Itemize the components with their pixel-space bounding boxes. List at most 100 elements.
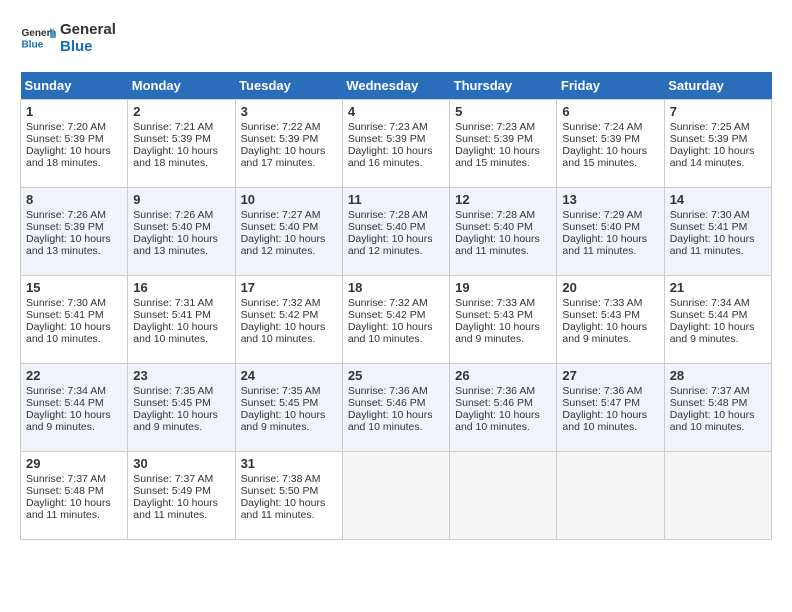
calendar-cell: 9 Sunrise: 7:26 AMSunset: 5:40 PMDaylight… [128, 188, 235, 276]
week-row-5: 22 Sunrise: 7:34 AMSunset: 5:44 PMDayligh… [21, 364, 772, 452]
calendar-cell [664, 452, 771, 540]
day-number: 28 [670, 368, 766, 383]
day-number: 8 [26, 192, 122, 207]
calendar-cell: 28 Sunrise: 7:37 AMSunset: 5:48 PMDayligh… [664, 364, 771, 452]
calendar-cell: 10 Sunrise: 7:27 AMSunset: 5:40 PMDayligh… [235, 188, 342, 276]
calendar-cell: 11Sunrise: 7:28 AMSunset: 5:40 PMDayligh… [342, 188, 449, 276]
calendar-cell: 3Sunrise: 7:22 AMSunset: 5:39 PMDaylight… [235, 100, 342, 188]
calendar-cell [342, 452, 449, 540]
day-info: Sunrise: 7:27 AMSunset: 5:40 PMDaylight:… [241, 209, 337, 257]
weekday-header-monday: Monday [128, 72, 235, 100]
day-info: Sunrise: 7:33 AMSunset: 5:43 PMDaylight:… [455, 297, 551, 345]
calendar-cell: 7 Sunrise: 7:25 AMSunset: 5:39 PMDaylight… [664, 100, 771, 188]
day-info: Sunrise: 7:20 AMSunset: 5:39 PMDaylight:… [26, 121, 122, 169]
week-row-3: 8 Sunrise: 7:26 AMSunset: 5:39 PMDaylight… [21, 188, 772, 276]
week-row-4: 15 Sunrise: 7:30 AMSunset: 5:41 PMDayligh… [21, 276, 772, 364]
day-number: 26 [455, 368, 551, 383]
weekday-header-sunday: Sunday [21, 72, 128, 100]
day-number: 15 [26, 280, 122, 295]
week-row-2: 1 Sunrise: 7:20 AMSunset: 5:39 PMDaylight… [21, 100, 772, 188]
day-number: 6 [562, 104, 658, 119]
day-number: 13 [562, 192, 658, 207]
day-info: Sunrise: 7:34 AMSunset: 5:44 PMDaylight:… [26, 385, 122, 433]
logo-blue: Blue [60, 38, 116, 55]
day-info: Sunrise: 7:37 AMSunset: 5:48 PMDaylight:… [670, 385, 766, 433]
calendar-cell [557, 452, 664, 540]
svg-text:Blue: Blue [21, 39, 43, 50]
calendar-cell: 27Sunrise: 7:36 AMSunset: 5:47 PMDayligh… [557, 364, 664, 452]
calendar-cell: 18Sunrise: 7:32 AMSunset: 5:42 PMDayligh… [342, 276, 449, 364]
day-number: 17 [241, 280, 337, 295]
day-info: Sunrise: 7:36 AMSunset: 5:46 PMDaylight:… [348, 385, 444, 433]
day-info: Sunrise: 7:36 AMSunset: 5:46 PMDaylight:… [455, 385, 551, 433]
calendar-cell: 25 Sunrise: 7:36 AMSunset: 5:46 PMDayligh… [342, 364, 449, 452]
calendar-cell: 30 Sunrise: 7:37 AMSunset: 5:49 PMDayligh… [128, 452, 235, 540]
calendar-cell: 16Sunrise: 7:31 AMSunset: 5:41 PMDayligh… [128, 276, 235, 364]
day-number: 22 [26, 368, 122, 383]
calendar-cell: 23 Sunrise: 7:35 AMSunset: 5:45 PMDayligh… [128, 364, 235, 452]
week-row-6: 29 Sunrise: 7:37 AMSunset: 5:48 PMDayligh… [21, 452, 772, 540]
calendar-cell: 15 Sunrise: 7:30 AMSunset: 5:41 PMDayligh… [21, 276, 128, 364]
calendar-cell [450, 452, 557, 540]
day-info: Sunrise: 7:37 AMSunset: 5:48 PMDaylight:… [26, 473, 122, 521]
day-info: Sunrise: 7:30 AMSunset: 5:41 PMDaylight:… [26, 297, 122, 345]
weekday-header-thursday: Thursday [450, 72, 557, 100]
day-info: Sunrise: 7:21 AMSunset: 5:39 PMDaylight:… [133, 121, 229, 169]
day-info: Sunrise: 7:29 AMSunset: 5:40 PMDaylight:… [562, 209, 658, 257]
day-number: 29 [26, 456, 122, 471]
weekday-header-row: SundayMondayTuesdayWednesdayThursdayFrid… [21, 72, 772, 100]
logo-general: General [60, 21, 116, 38]
day-info: Sunrise: 7:25 AMSunset: 5:39 PMDaylight:… [670, 121, 766, 169]
day-info: Sunrise: 7:34 AMSunset: 5:44 PMDaylight:… [670, 297, 766, 345]
day-info: Sunrise: 7:33 AMSunset: 5:43 PMDaylight:… [562, 297, 658, 345]
calendar-cell: 19 Sunrise: 7:33 AMSunset: 5:43 PMDayligh… [450, 276, 557, 364]
page-header: General Blue General Blue [20, 20, 772, 56]
day-number: 10 [241, 192, 337, 207]
day-info: Sunrise: 7:28 AMSunset: 5:40 PMDaylight:… [455, 209, 551, 257]
day-number: 7 [670, 104, 766, 119]
day-info: Sunrise: 7:24 AMSunset: 5:39 PMDaylight:… [562, 121, 658, 169]
logo: General Blue General Blue [20, 20, 116, 56]
calendar-cell: 1 Sunrise: 7:20 AMSunset: 5:39 PMDaylight… [21, 100, 128, 188]
day-number: 1 [26, 104, 122, 119]
day-info: Sunrise: 7:23 AMSunset: 5:39 PMDaylight:… [348, 121, 444, 169]
day-number: 4 [348, 104, 444, 119]
day-number: 19 [455, 280, 551, 295]
day-info: Sunrise: 7:32 AMSunset: 5:42 PMDaylight:… [241, 297, 337, 345]
day-info: Sunrise: 7:31 AMSunset: 5:41 PMDaylight:… [133, 297, 229, 345]
weekday-header-friday: Friday [557, 72, 664, 100]
day-number: 24 [241, 368, 337, 383]
calendar-cell: 21Sunrise: 7:34 AMSunset: 5:44 PMDayligh… [664, 276, 771, 364]
day-number: 30 [133, 456, 229, 471]
day-info: Sunrise: 7:26 AMSunset: 5:39 PMDaylight:… [26, 209, 122, 257]
day-info: Sunrise: 7:35 AMSunset: 5:45 PMDaylight:… [241, 385, 337, 433]
calendar-cell: 22 Sunrise: 7:34 AMSunset: 5:44 PMDayligh… [21, 364, 128, 452]
day-number: 9 [133, 192, 229, 207]
calendar-cell: 8 Sunrise: 7:26 AMSunset: 5:39 PMDaylight… [21, 188, 128, 276]
day-number: 5 [455, 104, 551, 119]
weekday-header-tuesday: Tuesday [235, 72, 342, 100]
day-info: Sunrise: 7:26 AMSunset: 5:40 PMDaylight:… [133, 209, 229, 257]
day-info: Sunrise: 7:35 AMSunset: 5:45 PMDaylight:… [133, 385, 229, 433]
calendar-cell: 29 Sunrise: 7:37 AMSunset: 5:48 PMDayligh… [21, 452, 128, 540]
calendar-cell: 13 Sunrise: 7:29 AMSunset: 5:40 PMDayligh… [557, 188, 664, 276]
calendar-cell: 31Sunrise: 7:38 AMSunset: 5:50 PMDayligh… [235, 452, 342, 540]
day-number: 27 [562, 368, 658, 383]
weekday-header-wednesday: Wednesday [342, 72, 449, 100]
day-number: 12 [455, 192, 551, 207]
calendar-cell: 17 Sunrise: 7:32 AMSunset: 5:42 PMDayligh… [235, 276, 342, 364]
calendar-cell: 14 Sunrise: 7:30 AMSunset: 5:41 PMDayligh… [664, 188, 771, 276]
day-number: 2 [133, 104, 229, 119]
day-info: Sunrise: 7:32 AMSunset: 5:42 PMDaylight:… [348, 297, 444, 345]
day-number: 23 [133, 368, 229, 383]
day-number: 31 [241, 456, 337, 471]
day-info: Sunrise: 7:37 AMSunset: 5:49 PMDaylight:… [133, 473, 229, 521]
calendar-cell: 26 Sunrise: 7:36 AMSunset: 5:46 PMDayligh… [450, 364, 557, 452]
calendar-cell: 20Sunrise: 7:33 AMSunset: 5:43 PMDayligh… [557, 276, 664, 364]
day-number: 25 [348, 368, 444, 383]
calendar-cell: 6 Sunrise: 7:24 AMSunset: 5:39 PMDaylight… [557, 100, 664, 188]
day-info: Sunrise: 7:22 AMSunset: 5:39 PMDaylight:… [241, 121, 337, 169]
day-info: Sunrise: 7:30 AMSunset: 5:41 PMDaylight:… [670, 209, 766, 257]
day-number: 14 [670, 192, 766, 207]
calendar-cell: 5Sunrise: 7:23 AMSunset: 5:39 PMDaylight… [450, 100, 557, 188]
